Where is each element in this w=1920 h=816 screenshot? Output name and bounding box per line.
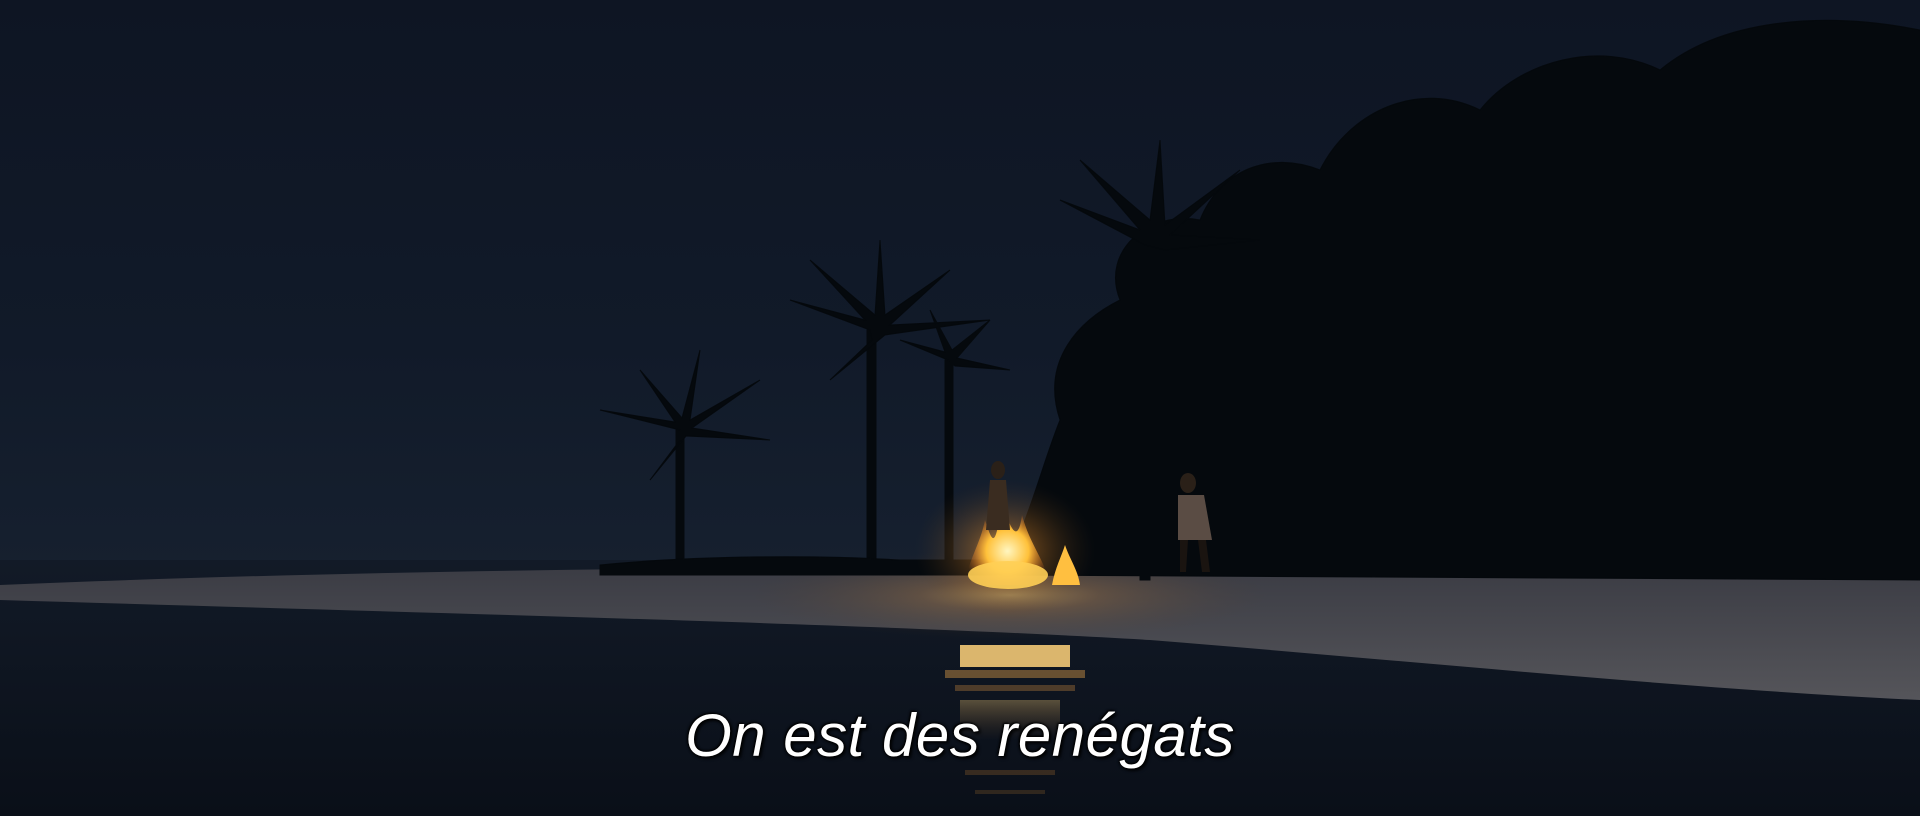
night-beach-scene (0, 0, 1920, 816)
film-frame: On est des renégats (0, 0, 1920, 816)
